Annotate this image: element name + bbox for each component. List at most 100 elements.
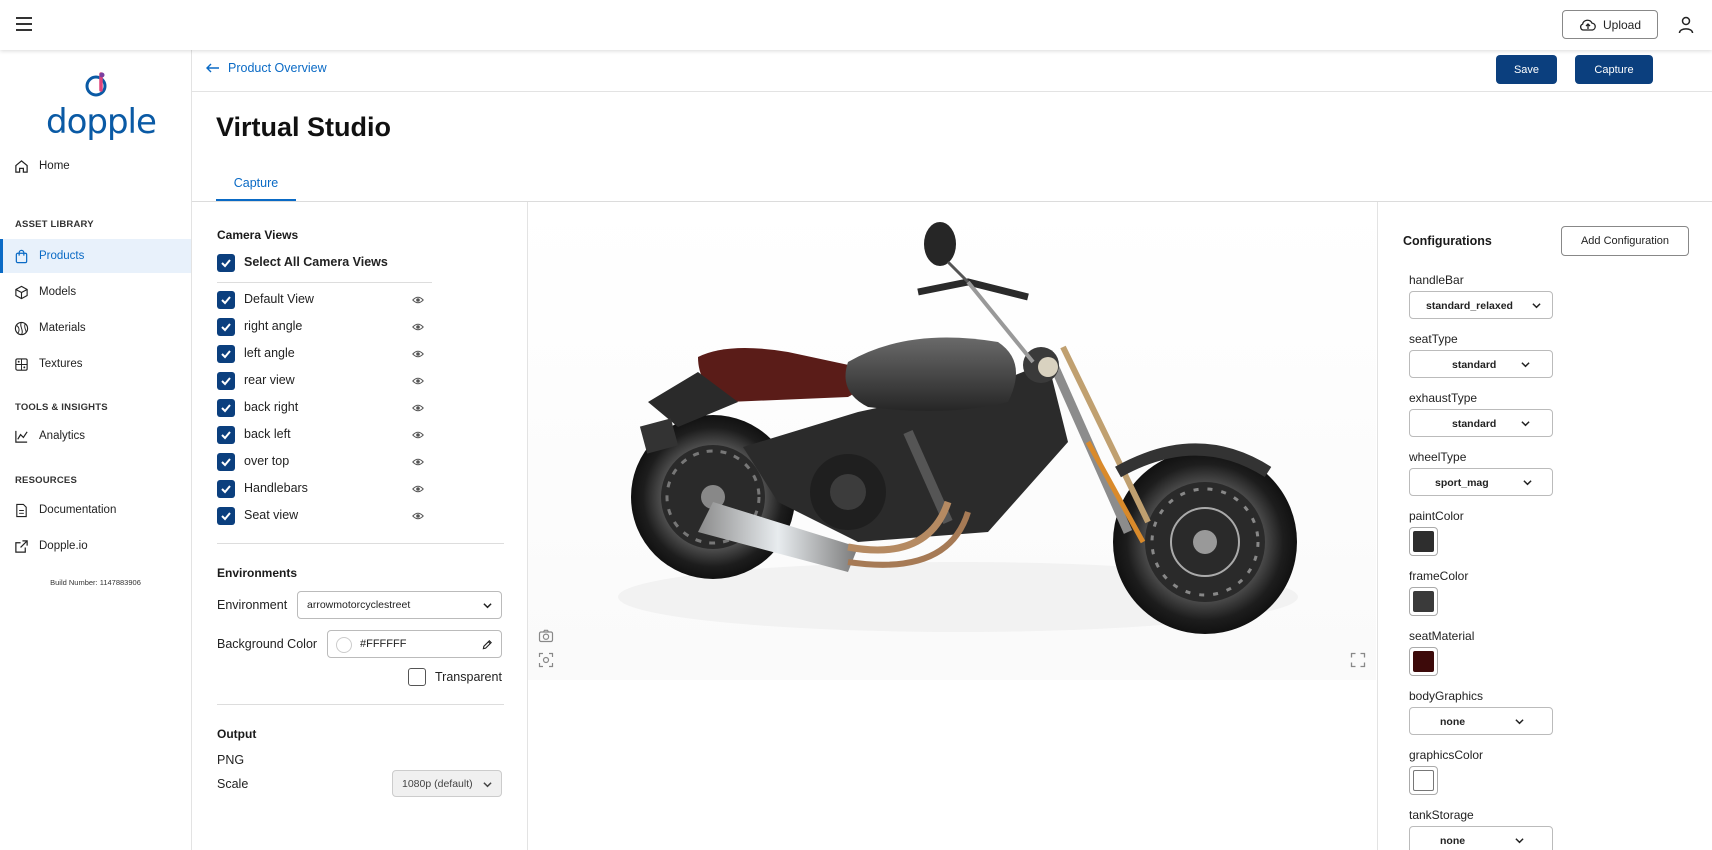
config-color-swatch[interactable] [1409, 766, 1438, 795]
check-icon [221, 323, 231, 332]
configurations-title: Configurations [1403, 234, 1492, 248]
chevron-down-icon [1521, 362, 1530, 368]
camera-view-label: right angle [244, 319, 303, 333]
viewer-canvas[interactable] [528, 202, 1376, 680]
camera-view-checkbox[interactable] [217, 480, 235, 498]
config-option-value: standard [1452, 359, 1497, 371]
capture-button[interactable]: Capture [1575, 55, 1653, 84]
eye-icon[interactable] [412, 429, 424, 441]
config-option-label: wheelType [1409, 450, 1467, 464]
sidebar-item-analytics[interactable]: Analytics [0, 419, 191, 453]
swatch-fill [1413, 651, 1434, 672]
dopple-logo[interactable]: dopple [46, 72, 157, 142]
transparent-label: Transparent [435, 670, 502, 684]
eye-icon[interactable] [412, 294, 424, 306]
check-icon [221, 350, 231, 359]
config-option-label: paintColor [1409, 509, 1464, 523]
scale-select[interactable]: 1080p (default) [392, 770, 502, 797]
eye-icon[interactable] [412, 510, 424, 522]
motorcycle-render [618, 222, 1298, 634]
camera-view-label: back left [244, 427, 291, 441]
camera-view-label: Seat view [244, 508, 299, 522]
sidebar-item-models[interactable]: Models [0, 275, 191, 309]
eye-icon[interactable] [412, 483, 424, 495]
config-option-select[interactable]: none [1409, 707, 1553, 735]
divider [217, 704, 504, 705]
config-option-label: tankStorage [1409, 808, 1474, 822]
config-option-select[interactable]: standard_relaxed [1409, 291, 1553, 319]
sidebar-item-home[interactable]: Home [0, 149, 191, 183]
eye-icon[interactable] [412, 348, 424, 360]
config-option-select[interactable]: sport_mag [1409, 468, 1553, 496]
chevron-down-icon [1532, 303, 1541, 309]
config-option-select[interactable]: standard [1409, 350, 1553, 378]
fullscreen-icon[interactable] [1350, 652, 1366, 668]
config-color-swatch[interactable] [1409, 587, 1438, 616]
upload-label: Upload [1602, 17, 1642, 32]
eye-icon[interactable] [412, 375, 424, 387]
check-icon [221, 512, 231, 521]
upload-button[interactable]: Upload [1562, 10, 1658, 39]
save-button[interactable]: Save [1496, 55, 1557, 84]
3d-viewer[interactable] [528, 202, 1376, 850]
section-resources: RESOURCES [15, 475, 77, 486]
sidebar-item-label: Models [39, 286, 77, 298]
environment-select[interactable]: arrowmotorcyclestreet [297, 591, 502, 619]
menu-icon[interactable] [16, 17, 32, 31]
output-title: Output [217, 727, 257, 741]
scale-value: 1080p (default) [402, 777, 473, 790]
sidebar-item-products[interactable]: Products [0, 239, 191, 273]
config-option-value: sport_mag [1435, 477, 1489, 489]
arrow-left-icon [206, 63, 219, 73]
scale-label: Scale [217, 777, 249, 791]
check-icon [221, 377, 231, 386]
eye-icon[interactable] [412, 456, 424, 468]
select-all-checkbox[interactable] [217, 254, 235, 272]
transparent-checkbox[interactable] [408, 668, 426, 686]
sidebar-item-label: Textures [39, 358, 83, 370]
camera-view-checkbox[interactable] [217, 372, 235, 390]
sidebar-item-documentation[interactable]: Documentation [0, 493, 191, 527]
eye-icon[interactable] [412, 321, 424, 333]
add-configuration-button[interactable]: Add Configuration [1561, 226, 1689, 256]
build-number: Build Number: 1147883906 [50, 578, 141, 587]
sidebar-item-materials[interactable]: Materials [0, 311, 191, 345]
camera-view-checkbox[interactable] [217, 345, 235, 363]
camera-views-title: Camera Views [217, 228, 299, 242]
back-to-product-overview[interactable]: Product Overview [206, 61, 327, 75]
camera-icon[interactable] [538, 628, 554, 644]
eye-icon[interactable] [412, 402, 424, 414]
analytics-chart-icon [15, 430, 28, 443]
sidebar-item-textures[interactable]: Textures [0, 347, 191, 381]
tab-capture[interactable]: Capture [216, 174, 296, 201]
chevron-down-icon [1523, 480, 1532, 486]
camera-view-label: left angle [244, 346, 295, 360]
config-option-value: standard_relaxed [1426, 300, 1513, 312]
chevron-down-icon [1515, 838, 1524, 844]
camera-view-checkbox[interactable] [217, 399, 235, 417]
config-option-select[interactable]: none [1409, 826, 1553, 850]
check-icon [221, 296, 231, 305]
page-title: Virtual Studio [216, 112, 392, 142]
texture-grid-icon [15, 357, 28, 371]
color-swatch[interactable] [336, 637, 352, 653]
camera-view-checkbox[interactable] [217, 507, 235, 525]
sidebar-item-label: Dopple.io [39, 540, 88, 552]
sidebar-item-dopple-io[interactable]: Dopple.io [0, 529, 191, 563]
sidebar: dopple Home ASSET LIBRARY Products Model… [0, 50, 192, 850]
config-option-select[interactable]: standard [1409, 409, 1553, 437]
camera-view-checkbox[interactable] [217, 453, 235, 471]
eyedropper-icon[interactable] [482, 639, 493, 650]
top-bar: Upload [0, 0, 1712, 50]
camera-view-checkbox[interactable] [217, 426, 235, 444]
section-asset-library: ASSET LIBRARY [15, 219, 94, 230]
config-color-swatch[interactable] [1409, 527, 1438, 556]
camera-view-checkbox[interactable] [217, 318, 235, 336]
config-color-swatch[interactable] [1409, 647, 1438, 676]
background-color-field[interactable]: #FFFFFF [327, 630, 502, 658]
user-icon[interactable] [1676, 15, 1696, 35]
chevron-down-icon [483, 782, 492, 788]
focus-target-icon[interactable] [538, 652, 554, 668]
back-label: Product Overview [228, 61, 327, 75]
camera-view-checkbox[interactable] [217, 291, 235, 309]
